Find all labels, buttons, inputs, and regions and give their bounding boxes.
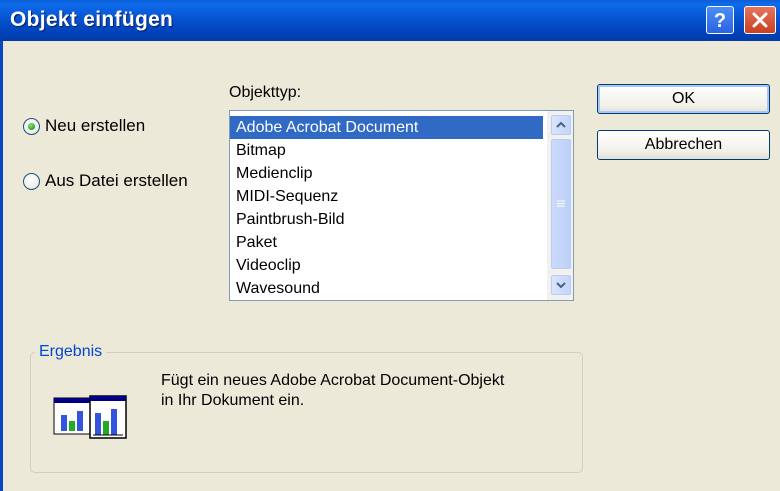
radio-new-label[interactable]: Neu erstellen <box>45 116 145 136</box>
list-item[interactable]: Paintbrush-Bild <box>230 208 543 231</box>
result-legend: Ergebnis <box>35 343 107 361</box>
radio-new[interactable]: Neu erstellen <box>23 116 145 136</box>
close-icon <box>752 12 768 28</box>
chevron-down-icon <box>556 282 566 289</box>
grip-icon <box>557 200 565 207</box>
object-type-list[interactable]: Adobe Acrobat Document Bitmap Medienclip… <box>229 110 574 301</box>
ok-button[interactable]: OK <box>597 84 770 114</box>
result-line-2: in Ihr Dokument ein. <box>161 392 305 409</box>
vertical-scrollbar[interactable] <box>547 111 573 300</box>
object-type-label: Objekttyp: <box>229 84 302 101</box>
svg-text:?: ? <box>714 10 726 30</box>
scroll-down-button[interactable] <box>551 275 571 295</box>
radio-from-file[interactable]: Aus Datei erstellen <box>23 171 188 191</box>
list-item[interactable]: Bitmap <box>230 139 543 162</box>
object-icon <box>53 395 131 444</box>
chevron-up-icon <box>556 121 566 128</box>
result-line-1: Fügt ein neues Adobe Acrobat Document-Ob… <box>161 372 505 389</box>
window-border <box>0 41 3 491</box>
close-button[interactable] <box>744 6 776 34</box>
object-type-items: Adobe Acrobat Document Bitmap Medienclip… <box>230 116 543 300</box>
title-bar[interactable]: Objekt einfügen ? <box>0 0 780 41</box>
radio-from-file-indicator[interactable] <box>23 172 40 190</box>
help-button[interactable]: ? <box>706 6 734 34</box>
window-title: Objekt einfügen <box>10 8 174 31</box>
list-item[interactable]: Paket <box>230 231 543 254</box>
result-description: Fügt ein neues Adobe Acrobat Document-Ob… <box>161 371 581 411</box>
radio-new-indicator[interactable] <box>23 117 40 135</box>
list-item[interactable]: MIDI-Sequenz <box>230 185 543 208</box>
list-item[interactable]: Adobe Acrobat Document <box>230 116 543 139</box>
scroll-up-button[interactable] <box>551 115 571 135</box>
cancel-button[interactable]: Abbrechen <box>597 130 770 160</box>
list-item[interactable]: Medienclip <box>230 162 543 185</box>
list-item[interactable]: Wavesound <box>230 277 543 300</box>
scroll-thumb[interactable] <box>551 139 571 269</box>
list-item[interactable]: Videoclip <box>230 254 543 277</box>
question-icon: ? <box>714 10 726 30</box>
radio-from-file-label[interactable]: Aus Datei erstellen <box>45 171 188 191</box>
insert-object-dialog: Objekt einfügen ? Neu erstellen Aus Date… <box>0 0 780 491</box>
